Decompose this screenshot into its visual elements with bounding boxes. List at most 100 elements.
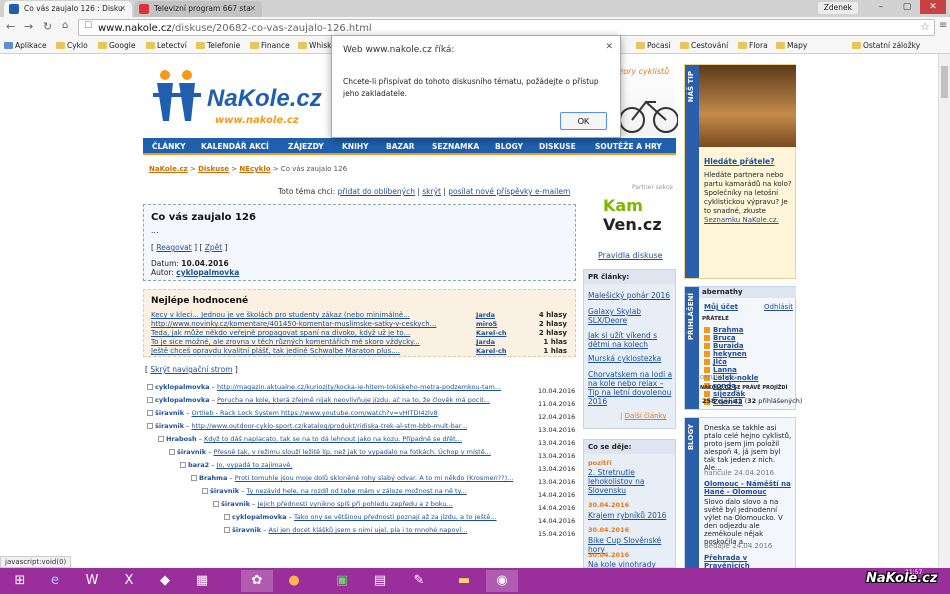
seznamka-link[interactable]: Seznamku NaKole.cz. — [704, 216, 779, 224]
event-link[interactable]: Krajem rybníků 2016 — [588, 511, 674, 520]
tree-node-icon[interactable] — [158, 436, 164, 442]
address-bar[interactable]: ☐ www.nakole.cz/diskuse/20682-co-vas-zau… — [78, 19, 935, 36]
blog-title-link[interactable]: Přehrada v Pravěnicích — [704, 554, 792, 568]
friend-link[interactable]: Brahma — [704, 326, 744, 334]
menu-item-diskuse[interactable]: DISKUSE — [539, 138, 576, 155]
breadcrumb-necyklo[interactable]: NEcyklo — [239, 165, 270, 173]
breadcrumb-diskuse[interactable]: Diskuse — [198, 165, 229, 173]
tree-node-icon[interactable] — [202, 488, 208, 494]
best-post-link[interactable]: http://www.novinky.cz/komentare/401450-k… — [151, 320, 471, 329]
minimize-icon[interactable]: – — [868, 0, 894, 14]
thread-user-link[interactable]: širavnik — [177, 448, 206, 456]
thread-post-link[interactable]: http://www.outdoor-cyklo-sport.cz/katalo… — [192, 422, 468, 430]
hide-topic-link[interactable]: skrýt — [422, 187, 441, 196]
thread-user-link[interactable]: Hrabosh — [166, 435, 197, 443]
reply-link[interactable]: Reagovat — [156, 243, 191, 252]
thread-user-link[interactable]: bara2 — [188, 461, 209, 469]
email-subscribe-link[interactable]: posílat nové příspěvky e-mailem — [448, 187, 570, 196]
event-link[interactable]: Na kole vinohrady — [588, 560, 674, 568]
friend-link[interactable]: Bruca — [704, 334, 736, 342]
thread-user-link[interactable]: širavnik — [232, 526, 261, 534]
home-icon[interactable]: ⌂ — [62, 20, 68, 31]
app-icon[interactable]: ▦ — [186, 570, 218, 592]
thread-user-link[interactable]: cyklopalmovka — [155, 396, 210, 404]
friend-link[interactable]: Buraida — [704, 342, 744, 350]
app-icon[interactable]: ▣ — [326, 570, 358, 592]
bookmark-folder[interactable]: Letectví — [146, 40, 187, 52]
thread-user-link[interactable]: cyklopalmovka — [232, 513, 287, 521]
pr-article-link[interactable]: Galaxy Skylab SLX/Deore — [588, 307, 674, 325]
menu-item-blogy[interactable]: BLOGY — [495, 138, 523, 155]
menu-item-zajezdy[interactable]: ZÁJEZDY — [288, 138, 324, 155]
best-post-link[interactable]: Ještě chceš opravdu kvalitní plášť, tak … — [151, 347, 471, 356]
thread-user-link[interactable]: širavnik — [155, 409, 184, 417]
cyclists-photo[interactable] — [699, 65, 796, 147]
best-user-link[interactable]: Karel-ch — [476, 347, 506, 356]
best-user-link[interactable]: Karel-ch — [476, 329, 506, 338]
tree-node-icon[interactable] — [147, 384, 153, 390]
event-link[interactable]: 2. Stretnutie lehokolistov na Slovensku — [588, 468, 674, 495]
maximize-icon[interactable]: ▢ — [894, 0, 920, 14]
bookmark-folder[interactable]: Google — [98, 40, 135, 52]
bookmark-folder[interactable]: Telefonie — [196, 40, 240, 52]
bookmark-folder[interactable]: Mapy — [776, 40, 807, 52]
back-link[interactable]: Zpět — [205, 243, 222, 252]
kamven-logo[interactable]: Kam Ven.cz — [603, 196, 662, 234]
bookmark-folder[interactable]: Cyklo — [56, 40, 88, 52]
best-user-link[interactable]: miro5 — [476, 320, 497, 329]
thread-user-link[interactable]: Brahma — [199, 474, 227, 482]
tree-node-icon[interactable] — [224, 514, 230, 520]
excel-icon[interactable]: X — [113, 570, 145, 592]
thread-post-link[interactable]: http://magazin.aktualne.cz/kuriozity/koc… — [217, 383, 501, 391]
hide-tree-link[interactable]: Skrýt navigační strom — [150, 365, 232, 374]
add-favorite-link[interactable]: přidat do oblíbených — [338, 187, 415, 196]
my-account-link[interactable]: Můj účet — [704, 303, 738, 311]
tree-node-icon[interactable] — [224, 527, 230, 533]
paint-icon[interactable]: ✎ — [403, 570, 435, 592]
bookmark-folder[interactable]: Flora — [738, 40, 768, 52]
windows-start-icon[interactable]: ⊞ — [4, 570, 36, 592]
forward-icon[interactable]: → — [24, 20, 33, 33]
explorer-icon[interactable]: ▬ — [448, 570, 480, 592]
tree-node-icon[interactable] — [169, 449, 175, 455]
app-icon[interactable]: ◆ — [149, 570, 181, 592]
tree-node-icon[interactable] — [213, 501, 219, 507]
tab-active[interactable]: Co vás zaujalo 126 : Disku ✕ — [4, 1, 132, 17]
thread-post-link[interactable]: Jo, vypadá to zajímavě. — [217, 461, 293, 469]
scrollbar-thumb[interactable] — [941, 66, 948, 98]
thread-post-link[interactable]: Když to dáš naplacato, tak se na to dá l… — [204, 435, 462, 443]
ie-icon[interactable]: e — [39, 570, 71, 592]
close-window-icon[interactable]: ✕ — [920, 0, 946, 14]
thread-post-link[interactable]: Ortlieb - Rack Lock System https://www.y… — [192, 409, 438, 417]
chrome-icon[interactable]: ◉ — [486, 570, 518, 592]
logout-link[interactable]: Odhlásit — [764, 303, 793, 311]
post-author-link[interactable]: cyklopalmovka — [176, 268, 239, 277]
tree-node-icon[interactable] — [180, 462, 186, 468]
more-articles-link[interactable]: Další články — [625, 412, 667, 420]
thread-user-link[interactable]: širavnik — [210, 487, 239, 495]
page-scrollbar[interactable] — [938, 54, 950, 568]
thread-user-link[interactable]: širavnik — [155, 422, 184, 430]
reload-icon[interactable]: ↻ — [43, 20, 52, 33]
dialog-ok-button[interactable]: OK — [560, 112, 607, 130]
back-icon[interactable]: ← — [6, 20, 15, 33]
pr-article-link[interactable]: Chorvatskem na lodi a na kole nebo relax… — [588, 370, 674, 406]
breadcrumb-home[interactable]: NaKole.cz — [149, 165, 188, 173]
thread-post-link[interactable]: Ty nezávid hele, na rozdíl od tebe mám v… — [247, 487, 467, 495]
app-icon[interactable]: ✿ — [241, 570, 273, 592]
discussion-rules-link[interactable]: Pravidla diskuse — [598, 251, 663, 260]
app-icon[interactable]: ● — [278, 570, 310, 592]
menu-item-souteze[interactable]: SOUTĚŽE A HRY — [595, 138, 662, 155]
best-post-link[interactable]: Teda, jak může někdo veřejně propagovat … — [151, 329, 471, 338]
best-user-link[interactable]: Jarda — [476, 338, 495, 347]
calculator-icon[interactable]: ▤ — [364, 570, 396, 592]
close-tab-icon[interactable]: ✕ — [119, 1, 126, 17]
bookmark-folder[interactable]: Cestování — [680, 40, 728, 52]
thread-post-link[interactable]: Porucha na kole, která zřejmě nijak neov… — [217, 396, 490, 404]
friend-link[interactable]: Lanna — [704, 366, 737, 374]
blog-title-link[interactable]: Olomouc - Náměští na Hané - Olomouc — [704, 480, 792, 496]
thread-post-link[interactable]: Tako ony se většinou přednosti poznají a… — [294, 513, 497, 521]
best-post-link[interactable]: Kecy v kleci... Jednou je ve školách pro… — [151, 311, 471, 320]
thread-post-link[interactable]: Jejich přednosti vynikno spíš při pohled… — [258, 500, 453, 508]
word-icon[interactable]: W — [76, 570, 108, 592]
